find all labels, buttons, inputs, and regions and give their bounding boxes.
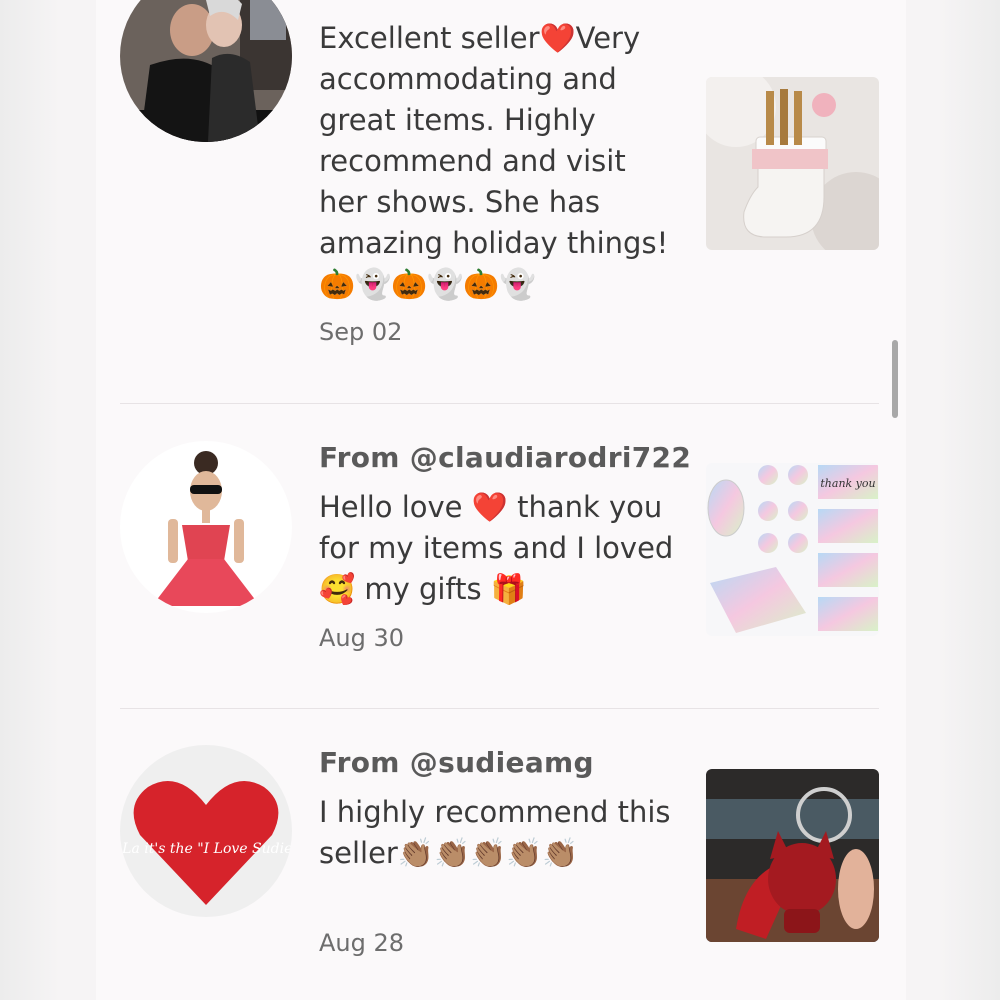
divider <box>120 708 879 709</box>
review-product-thumbnail[interactable]: thank you <box>706 463 879 636</box>
review-product-thumbnail[interactable] <box>706 77 879 250</box>
avatar-photo-couple <box>120 0 292 142</box>
avatar-illustration-woman <box>120 441 292 613</box>
review-date: Aug 28 <box>319 929 405 957</box>
keychain-product-image <box>706 769 879 942</box>
reviews-panel: Excellent seller❤️Very accommodating and… <box>96 0 906 1000</box>
review-author[interactable]: From @claudiarodri722 <box>319 441 691 474</box>
divider <box>120 403 879 404</box>
reviewer-avatar[interactable] <box>120 0 292 142</box>
reviewer-avatar[interactable]: ooh La La it's the "I Love Sudie" Show <box>120 745 292 917</box>
scrollbar-thumb[interactable] <box>892 340 898 418</box>
thumb-caption: thank you <box>820 477 875 490</box>
review-author[interactable]: From @sudieamg <box>319 746 594 779</box>
thank-you-stickers-image: thank you <box>706 463 879 636</box>
stocking-product-image <box>706 77 879 250</box>
review-date: Sep 02 <box>319 318 403 346</box>
review-product-thumbnail[interactable] <box>706 769 879 942</box>
avatar-logo-text: ooh La La it's the "I Love Sudie" Show <box>120 841 292 857</box>
review-text: Hello love ❤️ thank you for my items and… <box>319 490 674 606</box>
review-date: Aug 30 <box>319 624 405 652</box>
avatar-i-love-sudie-logo: ooh La La it's the "I Love Sudie" Show <box>120 745 292 917</box>
review-text: I highly recommend this seller👏🏽👏🏽👏🏽👏🏽👏🏽 <box>319 795 671 870</box>
review-text: Excellent seller❤️Very accommodating and… <box>319 21 669 301</box>
reviewer-avatar[interactable] <box>120 441 292 613</box>
